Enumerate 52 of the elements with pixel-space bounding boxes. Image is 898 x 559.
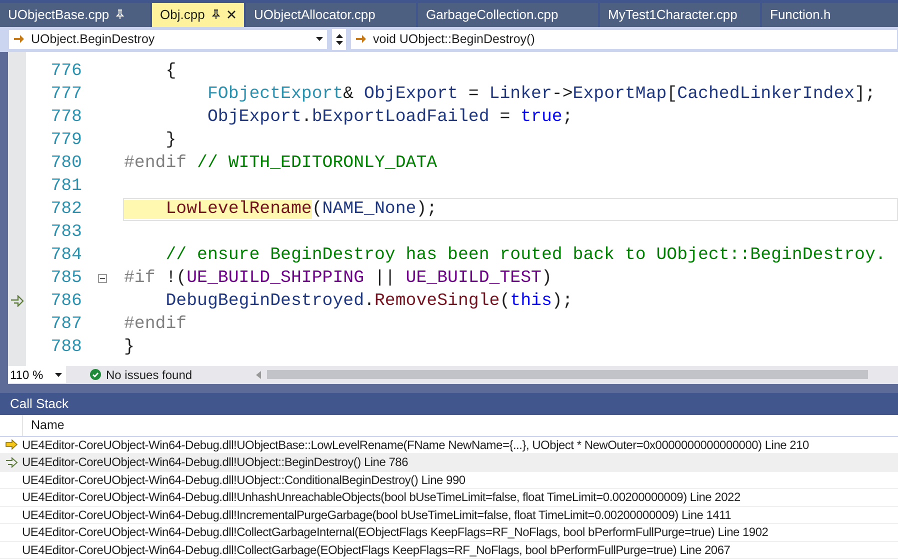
panel-title: Call Stack: [0, 392, 898, 414]
code-line: }: [123, 336, 136, 359]
issues-status: No issues found: [106, 368, 192, 382]
code-line: }: [164, 130, 178, 152]
spin-arrows-icon: [336, 32, 342, 46]
code-line: #if !(UE_BUILD_SHIPPING || UE_BUILD_TEST): [123, 268, 553, 290]
stack-frame-row[interactable]: UE4Editor-CoreUObject-Win64-Debug.dll!IncrementalPurgeGarbage(bool bUseTimeLimit=false, float TimeLimit=0.00200000009) Line 1411: [0, 506, 898, 524]
stack-frame-row[interactable]: UE4Editor-CoreUObject-Win64-Debug.dll!UObject::BeginDestroy() Line 786: [0, 454, 898, 472]
line-number: 788: [50, 338, 82, 357]
stack-frame-row[interactable]: UE4Editor-CoreUObject-Win64-Debug.dll!CollectGarbageInternal(EObjectFlags KeepFlags=RF_NoFlags, bool bPerformFullPurge=true) Line 1902: [0, 524, 898, 542]
line-number: 786: [50, 292, 82, 311]
arrow-icon: [13, 34, 25, 44]
scrollbar-thumb[interactable]: [267, 370, 868, 380]
member-dropdown[interactable]: void UObject::BeginDestroy(): [350, 28, 898, 50]
line-number: 781: [50, 176, 82, 196]
line-number: 782: [50, 200, 82, 219]
scroll-left-icon: [256, 370, 261, 379]
code-line: ObjExport.bExportLoadFailed = true;: [206, 106, 574, 129]
arrow-icon: [4, 439, 18, 450]
caret-icon: [316, 37, 323, 42]
line-number: 785: [50, 268, 82, 288]
collapse-icon[interactable]: [98, 274, 107, 283]
line-number: 777: [50, 84, 82, 104]
file-tab[interactable]: MyTest1Character.cpp: [600, 3, 760, 27]
scope-dropdown[interactable]: UObject.BeginDestroy: [8, 28, 328, 50]
stack-frame-row[interactable]: UE4Editor-CoreUObject-Win64-Debug.dll!CollectGarbage(EObjectFlags KeepFlags=RF_NoFlags, bool bPerformFullPurge=true) Line 2067: [0, 542, 898, 559]
code-line: #endif: [123, 314, 188, 336]
line-number: 783: [50, 222, 82, 242]
file-tab[interactable]: Obj.cpp: [152, 3, 244, 27]
file-tab[interactable]: GarbageCollection.cpp: [418, 3, 598, 27]
code-line: {: [164, 60, 178, 83]
arrow-icon: [355, 34, 367, 44]
column-header[interactable]: Name: [23, 414, 64, 436]
line-number: 787: [50, 314, 82, 334]
code-line: FObjectExport& ObjExport = Linker->ExportMap[CachedLinkerIndex];: [206, 84, 876, 106]
close-icon[interactable]: [226, 10, 236, 20]
caret-icon: [55, 372, 62, 377]
line-number: 779: [50, 130, 82, 150]
stack-frame-row[interactable]: UE4Editor-CoreUObject-Win64-Debug.dll!UObject::ConditionalBeginDestroy() Line 990: [0, 472, 898, 489]
file-tab[interactable]: Function.h: [762, 3, 898, 27]
code-line: // ensure BeginDestroy has been routed back to UObject::BeginDestroy.: [164, 244, 887, 267]
file-tab[interactable]: UObjectAllocator.cpp: [246, 3, 416, 27]
stack-frame-row[interactable]: UE4Editor-CoreUObject-Win64-Debug.dll!UnhashUnreachableObjects(bool bUseTimeLimit=false, float TimeLimit=0.00200000009) Line 2022: [0, 489, 898, 506]
check-circle-icon: [90, 369, 101, 380]
code-line: DebugBeginDestroyed.RemoveSingle(this);: [164, 290, 574, 313]
line-number: 784: [50, 246, 82, 265]
line-number: 780: [50, 154, 82, 173]
zoom-dropdown[interactable]: 110 %: [8, 366, 66, 384]
line-number: 776: [50, 62, 82, 81]
code-line: #endif // WITH_EDITORONLY_DATA: [123, 152, 438, 175]
line-number: 778: [50, 108, 82, 127]
file-tab[interactable]: UObjectBase.cpp: [0, 3, 150, 27]
